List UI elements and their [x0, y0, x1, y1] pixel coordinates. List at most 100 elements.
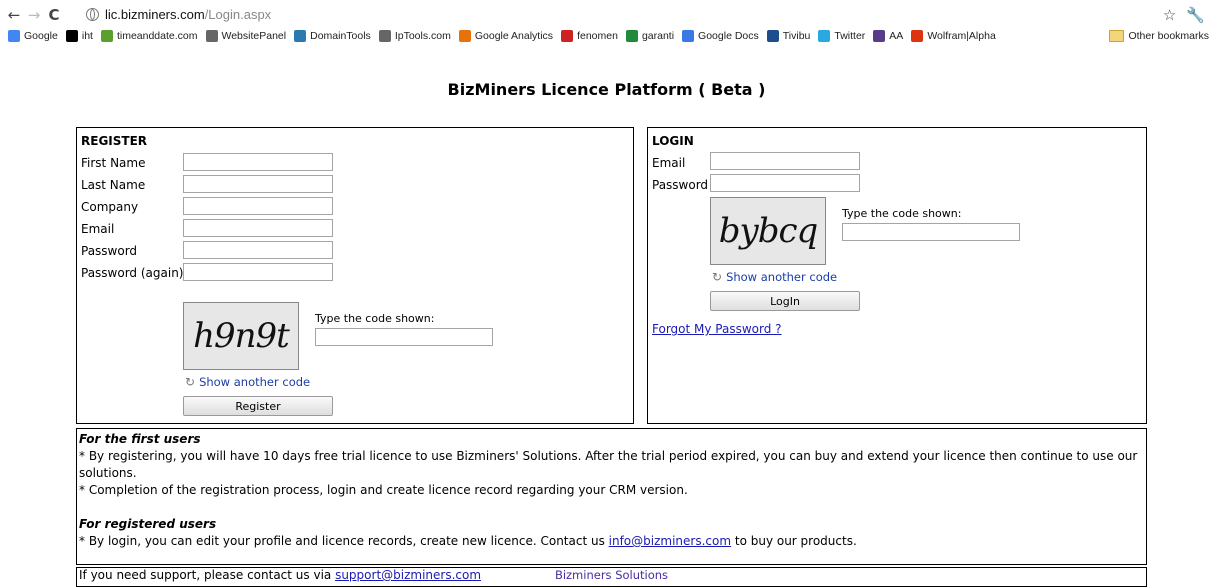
bookmark-label: garanti: [641, 30, 675, 42]
globe-icon: [378, 30, 391, 42]
address-bar[interactable]: lic.bizminers.com/Login.aspx: [86, 6, 1186, 22]
register-captcha-prompt: Type the code shown:: [315, 312, 435, 325]
last-name-input[interactable]: [183, 175, 333, 193]
register-button[interactable]: Register: [183, 396, 333, 416]
info-box: For the first users * By registering, yo…: [76, 428, 1147, 582]
register-show-another-code[interactable]: ↻ Show another code: [185, 375, 310, 389]
register-email-label: Email: [81, 222, 115, 236]
bookmark-item[interactable]: garanti: [625, 30, 675, 42]
register-show-another-label: Show another code: [199, 375, 311, 389]
forgot-password-link[interactable]: Forgot My Password ?: [652, 322, 782, 336]
bookmark-label: Wolfram|Alpha: [927, 30, 996, 42]
aa-icon: [873, 30, 886, 42]
register-password-label: Password: [81, 244, 138, 258]
bookmark-item[interactable]: timeanddate.com: [100, 30, 198, 42]
login-captcha-image: bybcq: [710, 197, 826, 265]
bookmark-item[interactable]: WebsitePanel: [205, 30, 287, 42]
bookmark-label: Google: [24, 30, 58, 42]
registered-users-line: * By login, you can edit your profile an…: [79, 533, 1144, 550]
clover-icon: [625, 30, 638, 42]
refresh-icon: ↻: [185, 375, 196, 389]
register-heading: REGISTER: [81, 134, 148, 148]
login-show-another-label: Show another code: [726, 270, 838, 284]
bookmark-item[interactable]: IpTools.com: [378, 30, 451, 42]
register-email-input[interactable]: [183, 219, 333, 237]
wrench-icon[interactable]: 🔧: [1186, 6, 1205, 24]
footer-text: Bizminers Solutions: [554, 568, 669, 582]
login-email-label: Email: [652, 156, 686, 170]
register-password-input[interactable]: [183, 241, 333, 259]
other-bookmarks[interactable]: Other bookmarks: [1109, 26, 1209, 46]
forward-button[interactable]: →: [24, 5, 44, 25]
bookmark-label: Google Analytics: [474, 30, 554, 42]
login-captcha-text: bybcq: [718, 211, 819, 251]
register-panel: REGISTER First Name Last Name Company Em…: [76, 127, 634, 424]
login-password-label: Password: [652, 178, 709, 192]
company-input[interactable]: [183, 197, 333, 215]
bookmark-label: DomainTools: [310, 30, 371, 42]
first-users-heading: For the first users: [79, 432, 201, 446]
bookmark-label: timeanddate.com: [116, 30, 198, 42]
bookmark-label: Twitter: [834, 30, 866, 42]
login-email-input[interactable]: [710, 152, 860, 170]
folder-icon: [1109, 30, 1125, 42]
first-name-label: First Name: [81, 156, 146, 170]
login-heading: LOGIN: [652, 134, 694, 148]
bookmark-item[interactable]: Google Docs: [682, 30, 759, 42]
page-title: BizMiners Licence Platform ( Beta ): [447, 80, 766, 99]
company-label: Company: [81, 200, 139, 214]
globe-icon: [205, 30, 218, 42]
registered-line-tail: to buy our products.: [731, 534, 857, 548]
bookmark-label: Tivibu: [782, 30, 811, 42]
wolfram-icon: [911, 30, 924, 42]
info-email-link[interactable]: info@bizminers.com: [609, 534, 731, 548]
reload-button[interactable]: C: [44, 5, 64, 25]
password-again-label: Password (again): [81, 266, 184, 280]
analytics-icon: [458, 30, 471, 42]
password-again-input[interactable]: [183, 263, 333, 281]
bookmark-item[interactable]: Twitter: [818, 30, 865, 42]
bookmark-label: iht: [81, 30, 93, 42]
registered-line-text: * By login, you can edit your profile an…: [79, 534, 609, 548]
bookmark-item[interactable]: fenomen: [561, 30, 618, 42]
bookmark-label: WebsitePanel: [221, 30, 287, 42]
other-bookmarks-label: Other bookmarks: [1128, 30, 1209, 42]
back-button[interactable]: ←: [4, 5, 24, 25]
register-captcha-input[interactable]: [315, 328, 493, 346]
registered-users-heading: For registered users: [79, 517, 217, 531]
nav-buttons: ← → C: [4, 4, 64, 26]
last-name-label: Last Name: [81, 178, 146, 192]
login-button[interactable]: LogIn: [710, 291, 860, 311]
login-password-input[interactable]: [710, 174, 860, 192]
toolbar-right: ☆ 🔧: [1163, 6, 1205, 24]
bookmark-item[interactable]: DomainTools: [294, 30, 371, 42]
arrow-icon: [561, 30, 574, 42]
login-captcha-prompt: Type the code shown:: [842, 207, 962, 220]
login-show-another-code[interactable]: ↻ Show another code: [712, 270, 837, 284]
bookmark-item[interactable]: AA: [873, 30, 903, 42]
tivibu-icon: [766, 30, 779, 42]
url-host: lic.bizminers.com: [105, 6, 205, 22]
bookmark-item[interactable]: Google Analytics: [458, 30, 554, 42]
bookmark-label: fenomen: [577, 30, 618, 42]
bookmark-label: IpTools.com: [394, 30, 451, 42]
url-path: /Login.aspx: [204, 6, 272, 22]
login-captcha-input[interactable]: [842, 223, 1020, 241]
bookmark-item[interactable]: iht: [65, 30, 93, 42]
refresh-icon: ↻: [712, 270, 723, 284]
bookmark-star-icon[interactable]: ☆: [1163, 6, 1176, 24]
register-captcha-text: h9n9t: [193, 316, 290, 356]
domaintools-icon: [294, 30, 307, 42]
first-name-input[interactable]: [183, 153, 333, 171]
register-captcha-image: h9n9t: [183, 302, 299, 370]
bookmarks-bar: Google iht timeanddate.com WebsitePanel Doma…: [0, 26, 1213, 46]
docs-icon: [682, 30, 695, 42]
footer: Bizminers Solutions: [76, 567, 1147, 587]
bookmark-item[interactable]: Google: [8, 30, 58, 42]
login-panel: LOGIN Email Password bybcq Type the code…: [647, 127, 1147, 424]
bookmark-item[interactable]: Wolfram|Alpha: [911, 30, 996, 42]
first-users-line1: * By registering, you will have 10 days …: [79, 449, 1138, 480]
twitter-icon: [818, 30, 831, 42]
page-info-icon[interactable]: [86, 7, 99, 21]
bookmark-item[interactable]: Tivibu: [766, 30, 811, 42]
